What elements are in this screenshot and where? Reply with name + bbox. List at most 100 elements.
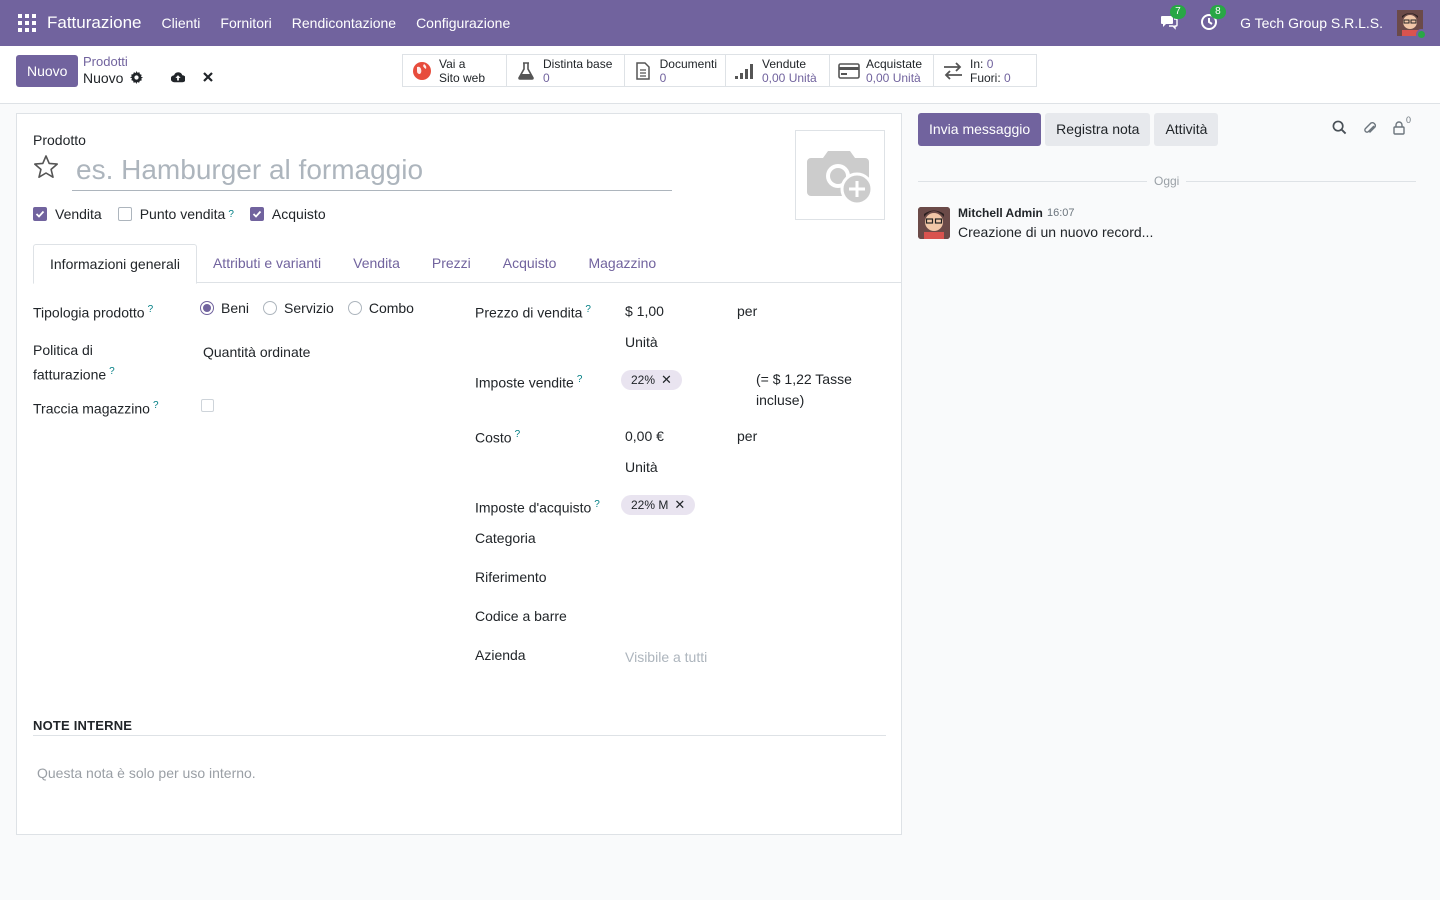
category-label: Categoria — [475, 530, 536, 546]
message-time: 16:07 — [1047, 207, 1075, 219]
document-icon — [633, 61, 654, 81]
activities-button[interactable]: 8 — [1200, 5, 1226, 33]
product-type-radio: Beni Servizio Combo — [200, 300, 428, 316]
signal-icon — [734, 61, 756, 81]
sale-price-input[interactable]: $ 1,00 — [625, 301, 664, 322]
gear-icon[interactable] — [129, 70, 143, 84]
tab-purchase[interactable]: Acquisto — [487, 244, 573, 283]
checkbox-sale[interactable] — [33, 207, 47, 221]
messages-button[interactable]: 7 — [1160, 5, 1186, 33]
tab-inventory[interactable]: Magazzino — [572, 244, 672, 283]
apps-grid-icon[interactable] — [18, 14, 36, 32]
company-select[interactable]: Visibile a tutti — [625, 647, 707, 668]
chatter-tools: 0 — [1332, 115, 1422, 136]
help-icon[interactable]: ? — [228, 209, 234, 220]
followers-lock-icon[interactable]: 0 — [1392, 115, 1411, 136]
credit-card-icon — [838, 61, 860, 81]
remove-tag-icon[interactable]: ✕ — [661, 370, 672, 390]
sale-tax-tag[interactable]: 22% ✕ — [621, 370, 682, 390]
search-icon[interactable] — [1332, 120, 1348, 136]
messages-badge: 7 — [1170, 5, 1186, 19]
radio-goods[interactable]: Beni — [200, 300, 249, 316]
app-name[interactable]: Fatturazione — [47, 13, 142, 33]
tax-included-info: (= $ 1,22 Tasse incluse) — [756, 371, 852, 408]
control-panel: Nuovo Prodotti Nuovo Vai a Sito web Disti… — [0, 46, 1440, 104]
purchase-taxes-label: Imposte d'acquisto? — [475, 499, 600, 516]
new-button[interactable]: Nuovo — [16, 55, 79, 87]
product-flags: Vendita Punto vendita? Acquisto — [33, 206, 342, 222]
smart-button-sold[interactable]: Vendute 0,00 Unità — [726, 55, 830, 86]
smart-button-bom[interactable]: Distinta base 0 — [507, 55, 625, 86]
radio-combo[interactable]: Combo — [347, 300, 414, 316]
paperclip-icon[interactable] — [1362, 120, 1378, 136]
radio-service[interactable]: Servizio — [263, 300, 334, 316]
cloud-upload-icon[interactable] — [171, 70, 185, 84]
company-switcher[interactable]: G Tech Group S.R.L.S. — [1240, 15, 1383, 31]
tab-prices[interactable]: Prezzi — [416, 244, 487, 283]
cost-input[interactable]: 0,00 € — [625, 426, 664, 447]
product-image-upload[interactable] — [795, 130, 885, 220]
menu-item-rendicontazione[interactable]: Rendicontazione — [282, 15, 406, 31]
message-avatar[interactable] — [918, 207, 950, 239]
cost-label: Costo? — [475, 429, 521, 446]
checkbox-pos[interactable] — [117, 207, 132, 221]
tab-sales[interactable]: Vendita — [337, 244, 416, 283]
purchase-tax-tag[interactable]: 22% M ✕ — [621, 495, 696, 515]
followers-count: 0 — [1406, 115, 1412, 125]
check-purchase[interactable]: Acquisto — [249, 206, 326, 222]
invoice-policy-label: Politica di fatturazione? — [33, 342, 115, 383]
breadcrumb-parent[interactable]: Prodotti — [83, 54, 128, 69]
date-separator: Oggi — [1147, 174, 1187, 188]
camera-add-icon — [807, 151, 874, 206]
flask-icon — [515, 61, 537, 81]
cost-per: per — [737, 428, 758, 444]
tab-general-info[interactable]: Informazioni generali — [33, 244, 197, 284]
activities-button[interactable]: Attività — [1154, 113, 1219, 146]
menu-item-fornitori[interactable]: Fornitori — [210, 15, 281, 31]
smart-button-documents[interactable]: Documenti 0 — [625, 55, 726, 86]
check-pos[interactable]: Punto vendita? — [117, 206, 234, 222]
send-message-button[interactable]: Invia messaggio — [918, 113, 1042, 146]
user-avatar[interactable] — [1397, 10, 1427, 40]
menu-item-clienti[interactable]: Clienti — [152, 15, 211, 31]
internal-notes-input[interactable]: Questa nota è solo per uso interno. — [37, 765, 256, 781]
activities-badge: 8 — [1210, 5, 1226, 19]
globe-icon — [411, 61, 433, 81]
breadcrumb-current: Nuovo — [83, 70, 124, 86]
smart-buttons: Vai a Sito web Distinta base 0 Documenti 0 … — [402, 54, 1037, 87]
form-sheet: Prodotto es. Hamburger al formaggio Vend… — [16, 113, 902, 835]
smart-button-in-out[interactable]: In: 0 Fuori: 0 — [934, 55, 1036, 86]
online-status-icon — [1416, 29, 1427, 40]
user-avatar-icon — [918, 207, 950, 239]
track-stock-checkbox[interactable] — [201, 399, 214, 412]
smart-button-website[interactable]: Vai a Sito web — [403, 55, 507, 86]
reference-label: Riferimento — [475, 569, 547, 585]
product-name-input[interactable]: es. Hamburger al formaggio — [72, 151, 672, 191]
product-label: Prodotto — [33, 132, 86, 148]
remove-tag-icon[interactable]: ✕ — [674, 495, 685, 515]
star-icon[interactable] — [33, 154, 59, 180]
message-author[interactable]: Mitchell Admin — [958, 206, 1043, 220]
top-navbar: Fatturazione Clienti Fornitori Rendicont… — [0, 0, 1440, 46]
track-stock-label: Traccia magazzino? — [33, 400, 159, 417]
cost-uom[interactable]: Unità — [625, 457, 658, 478]
sale-taxes-label: Imposte vendite? — [475, 374, 583, 391]
sale-uom[interactable]: Unità — [625, 332, 658, 353]
checkbox-purchase[interactable] — [249, 207, 264, 221]
sale-price-label: Prezzo di vendita? — [475, 304, 591, 321]
sale-price-per: per — [737, 303, 758, 319]
company-label: Azienda — [475, 647, 526, 663]
menu-item-configurazione[interactable]: Configurazione — [406, 15, 520, 31]
invoice-policy-select[interactable]: Quantità ordinate — [203, 342, 310, 363]
message-body: Creazione di un nuovo record... — [958, 224, 1154, 240]
log-note-button[interactable]: Registra nota — [1045, 113, 1151, 146]
internal-notes-title: NOTE INTERNE — [33, 718, 133, 733]
discard-close-icon[interactable] — [201, 70, 215, 84]
smart-button-purchased[interactable]: Acquistate 0,00 Unità — [830, 55, 934, 86]
product-type-label: Tipologia prodotto? — [33, 304, 154, 321]
form-tabs: Informazioni generali Attributi e varian… — [33, 244, 902, 284]
check-sale[interactable]: Vendita — [33, 206, 102, 222]
chatter-actions: Invia messaggio Registra nota Attività — [918, 113, 1222, 146]
tab-attributes[interactable]: Attributi e varianti — [197, 244, 337, 283]
barcode-label: Codice a barre — [475, 608, 567, 624]
